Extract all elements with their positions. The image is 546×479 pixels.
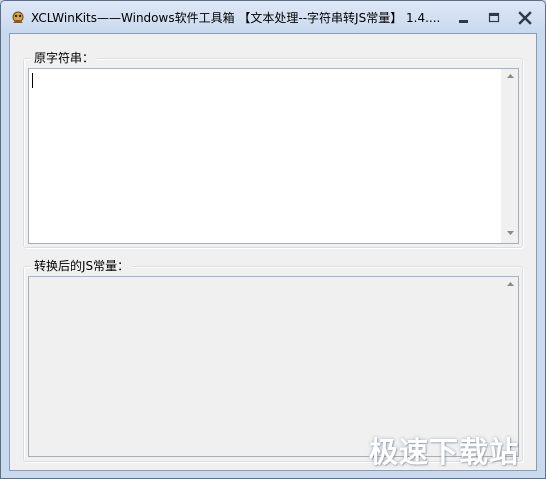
output-textbox[interactable]	[28, 276, 519, 457]
text-caret	[32, 73, 33, 88]
watermark-logo: 极速下载站	[369, 435, 520, 469]
close-button[interactable]	[512, 9, 538, 27]
maximize-button[interactable]	[481, 9, 507, 27]
app-icon[interactable]	[10, 10, 26, 26]
window-title: XCLWinKits——Windows软件工具箱 【文本处理--字符串转JS常量…	[31, 11, 441, 25]
app-window: XCLWinKits——Windows软件工具箱 【文本处理--字符串转JS常量…	[0, 0, 546, 479]
title-bar[interactable]: XCLWinKits——Windows软件工具箱 【文本处理--字符串转JS常量…	[1, 1, 545, 33]
source-group-label: 原字符串：	[31, 50, 98, 66]
minimize-button[interactable]	[451, 9, 477, 27]
client-area: 原字符串： 转换后的JS常量：	[9, 33, 537, 471]
scroll-up-arrow-icon[interactable]	[502, 277, 518, 294]
output-group-label: 转换后的JS常量：	[31, 258, 133, 274]
source-scrollbar[interactable]	[501, 69, 518, 243]
source-textbox[interactable]	[28, 68, 519, 244]
scroll-up-arrow-icon[interactable]	[502, 69, 518, 86]
output-scrollbar[interactable]	[501, 277, 518, 456]
source-text[interactable]	[29, 69, 501, 243]
scroll-down-arrow-icon[interactable]	[502, 226, 518, 243]
output-text[interactable]	[29, 277, 501, 456]
